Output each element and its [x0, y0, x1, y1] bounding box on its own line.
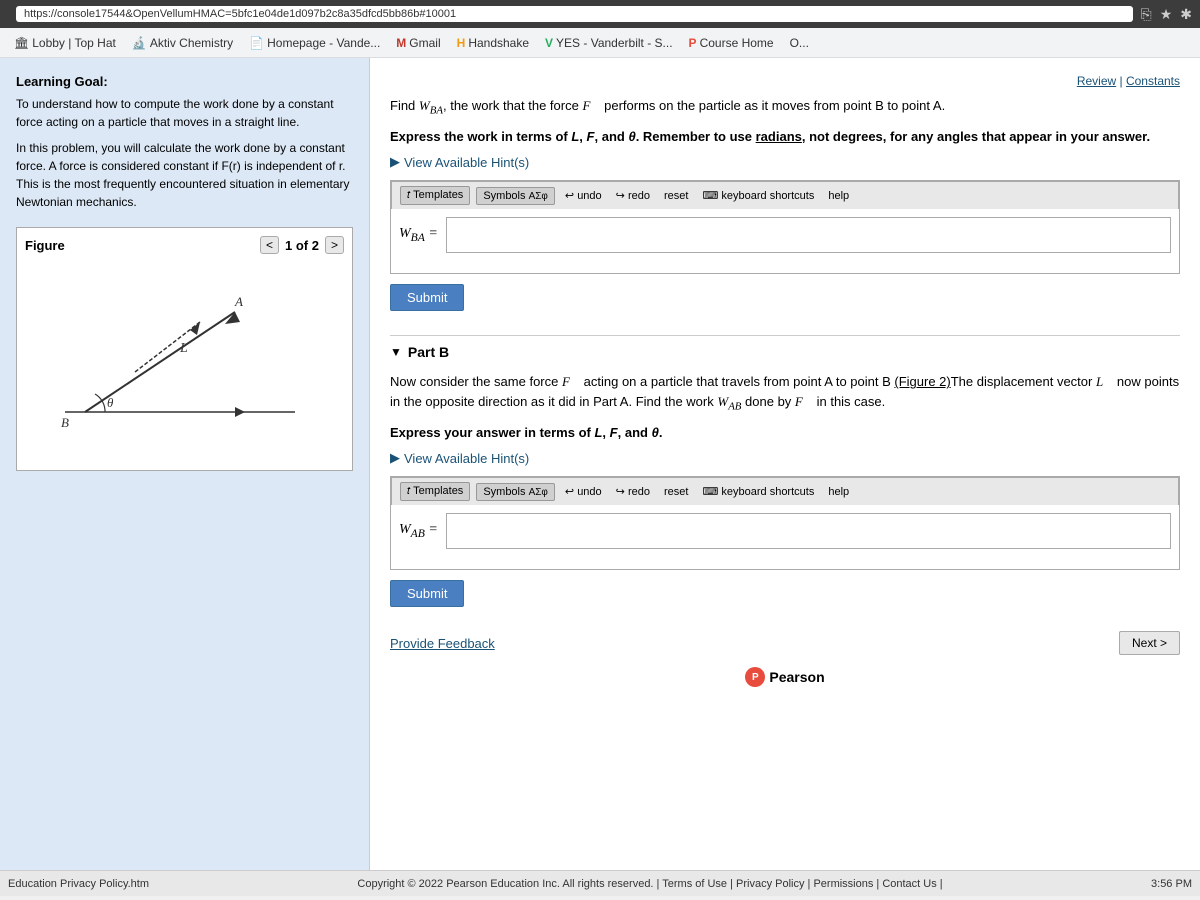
sidebar: Learning Goal: To understand how to comp… — [0, 58, 370, 870]
figure-header: Figure < 1 of 2 > — [25, 236, 344, 254]
templates-icon-a: 𝑡 — [407, 189, 410, 201]
browser-chrome: https://console17544&OpenVellumHMAC=5bfc… — [0, 0, 1200, 28]
part-b-submit-button[interactable]: Submit — [390, 580, 464, 607]
keyboard-button-b[interactable]: ⌨ keyboard shortcuts — [698, 483, 818, 500]
templates-button-a[interactable]: 𝑡 Templates — [400, 186, 470, 205]
bookmark-handshake[interactable]: H Handshake — [451, 34, 535, 52]
part-a-hint-toggle[interactable]: ▶ View Available Hint(s) — [390, 154, 1180, 170]
svg-text:L: L — [179, 341, 188, 356]
feedback-link[interactable]: Provide Feedback — [390, 636, 495, 651]
yes-icon: V — [545, 36, 553, 50]
keyboard-button-a[interactable]: ⌨ keyboard shortcuts — [698, 187, 818, 204]
pearson-label: Pearson — [769, 669, 824, 685]
help-button-b[interactable]: help — [824, 484, 853, 500]
course-icon: P — [689, 36, 697, 50]
figure-canvas: L θ A B — [25, 262, 344, 462]
figure-next-button[interactable]: > — [325, 236, 344, 254]
pearson-brand: P Pearson — [390, 667, 1180, 687]
figure-prev-button[interactable]: < — [260, 236, 279, 254]
svg-text:θ: θ — [107, 395, 114, 410]
wab-label: WAB = — [399, 522, 438, 540]
bookmark-yes[interactable]: V YES - Vanderbilt - S... — [539, 34, 679, 52]
math-wba: WBA — [419, 98, 443, 113]
browser-icons: ⎘ ★ ✱ — [1141, 6, 1193, 23]
copyright-text: Copyright © 2022 Pearson Education Inc. … — [357, 878, 942, 890]
content-area: Review | Constants Find WBA, the work th… — [370, 58, 1200, 870]
copy-icon[interactable]: ⎘ — [1141, 6, 1152, 23]
part-b-math-editor: 𝑡 Templates Symbols ΑΣφ ↩ undo ↪ redo re… — [390, 476, 1180, 570]
wba-input[interactable] — [446, 217, 1171, 253]
divider — [390, 335, 1180, 336]
redo-button-b[interactable]: ↪ redo — [612, 483, 654, 500]
part-b-problem: Now consider the same force F⃗ acting on… — [390, 372, 1180, 414]
figure-nav: < 1 of 2 > — [260, 236, 344, 254]
time-display: 3:56 PM — [1151, 878, 1192, 890]
part-a-hint-label: View Available Hint(s) — [404, 155, 529, 170]
bookmark-aktiv[interactable]: 🔬 Aktiv Chemistry — [126, 34, 239, 52]
templates-icon-b: 𝑡 — [407, 485, 410, 497]
pearson-brand-area: P Pearson — [390, 667, 1180, 687]
help-button-a[interactable]: help — [824, 188, 853, 204]
part-a-submit-button[interactable]: Submit — [390, 284, 464, 311]
figure-label: Figure — [25, 238, 65, 253]
svg-text:B: B — [61, 415, 69, 430]
lobby-icon: 🏛 — [14, 36, 29, 50]
part-b-hint-chevron-icon: ▶ — [390, 450, 400, 466]
math-force: F⃗ — [582, 98, 600, 113]
review-bar: Review | Constants — [390, 74, 1180, 88]
bookmark-gmail[interactable]: M Gmail — [390, 34, 446, 52]
part-b-header[interactable]: ▼ Part B — [390, 344, 1180, 360]
part-b-chevron-icon: ▼ — [390, 345, 402, 359]
redo-button-a[interactable]: ↪ redo — [612, 187, 654, 204]
part-b-hint-label: View Available Hint(s) — [404, 451, 529, 466]
part-b-label: Part B — [408, 344, 449, 360]
hint-chevron-icon: ▶ — [390, 154, 400, 170]
part-a-instruction: Express the work in terms of L, F, and θ… — [390, 127, 1180, 147]
wba-label: WBA = — [399, 226, 438, 244]
review-link[interactable]: Review — [1077, 74, 1116, 88]
reset-button-b[interactable]: reset — [660, 484, 692, 500]
browser-url: https://console17544&OpenVellumHMAC=5bfc… — [16, 6, 1133, 22]
figure-svg: L θ A B — [25, 262, 345, 452]
next-button[interactable]: Next > — [1119, 631, 1180, 655]
learning-goal-text: To understand how to compute the work do… — [16, 95, 353, 131]
svg-text:A: A — [234, 294, 243, 309]
edu-footer: Education Privacy Policy.htm Copyright ©… — [0, 870, 1200, 896]
part-b-hint-toggle[interactable]: ▶ View Available Hint(s) — [390, 450, 1180, 466]
symbols-button-b[interactable]: Symbols ΑΣφ — [476, 483, 555, 501]
part-a-toolbar: 𝑡 Templates Symbols ΑΣφ ↩ undo ↪ redo re… — [391, 181, 1179, 209]
wab-input[interactable] — [446, 513, 1171, 549]
bookmark-homepage[interactable]: 📄 Homepage - Vande... — [243, 34, 386, 52]
main-layout: Learning Goal: To understand how to comp… — [0, 58, 1200, 870]
pearson-icon: P — [745, 667, 765, 687]
reset-button-a[interactable]: reset — [660, 188, 692, 204]
bookmark-other[interactable]: O... — [784, 34, 815, 52]
figure-area: Figure < 1 of 2 > — [16, 227, 353, 471]
undo-button-b[interactable]: ↩ undo — [561, 483, 606, 500]
aktiv-icon: 🔬 — [132, 36, 147, 50]
bookmark-bar: 🏛 Lobby | Top Hat 🔬 Aktiv Chemistry 📄 Ho… — [0, 28, 1200, 58]
bookmark-course[interactable]: P Course Home — [683, 34, 780, 52]
star-icon[interactable]: ★ — [1160, 6, 1173, 23]
part-a-problem: Find WBA, the work that the force F⃗ per… — [390, 96, 1180, 119]
edu-privacy-link[interactable]: Education Privacy Policy.htm — [8, 878, 149, 890]
learning-goal-heading: Learning Goal: — [16, 74, 353, 89]
symbols-button-a[interactable]: Symbols ΑΣφ — [476, 187, 555, 205]
gmail-icon: M — [396, 36, 406, 50]
templates-button-b[interactable]: 𝑡 Templates — [400, 482, 470, 501]
constants-link[interactable]: Constants — [1126, 74, 1180, 88]
undo-button-a[interactable]: ↩ undo — [561, 187, 606, 204]
part-a-math-editor: 𝑡 Templates Symbols ΑΣφ ↩ undo ↪ redo re… — [390, 180, 1180, 274]
problem-description: In this problem, you will calculate the … — [16, 139, 353, 211]
homepage-icon: 📄 — [249, 36, 264, 50]
handshake-icon: H — [457, 36, 466, 50]
part-b-toolbar: 𝑡 Templates Symbols ΑΣφ ↩ undo ↪ redo re… — [391, 477, 1179, 505]
provide-feedback-row: Provide Feedback Next > — [390, 631, 1180, 655]
part-b-instruction: Express your answer in terms of L, F, an… — [390, 423, 1180, 443]
bookmark-lobby[interactable]: 🏛 Lobby | Top Hat — [8, 34, 122, 52]
figure-page: 1 of 2 — [285, 238, 319, 253]
menu-icon[interactable]: ✱ — [1180, 6, 1192, 23]
